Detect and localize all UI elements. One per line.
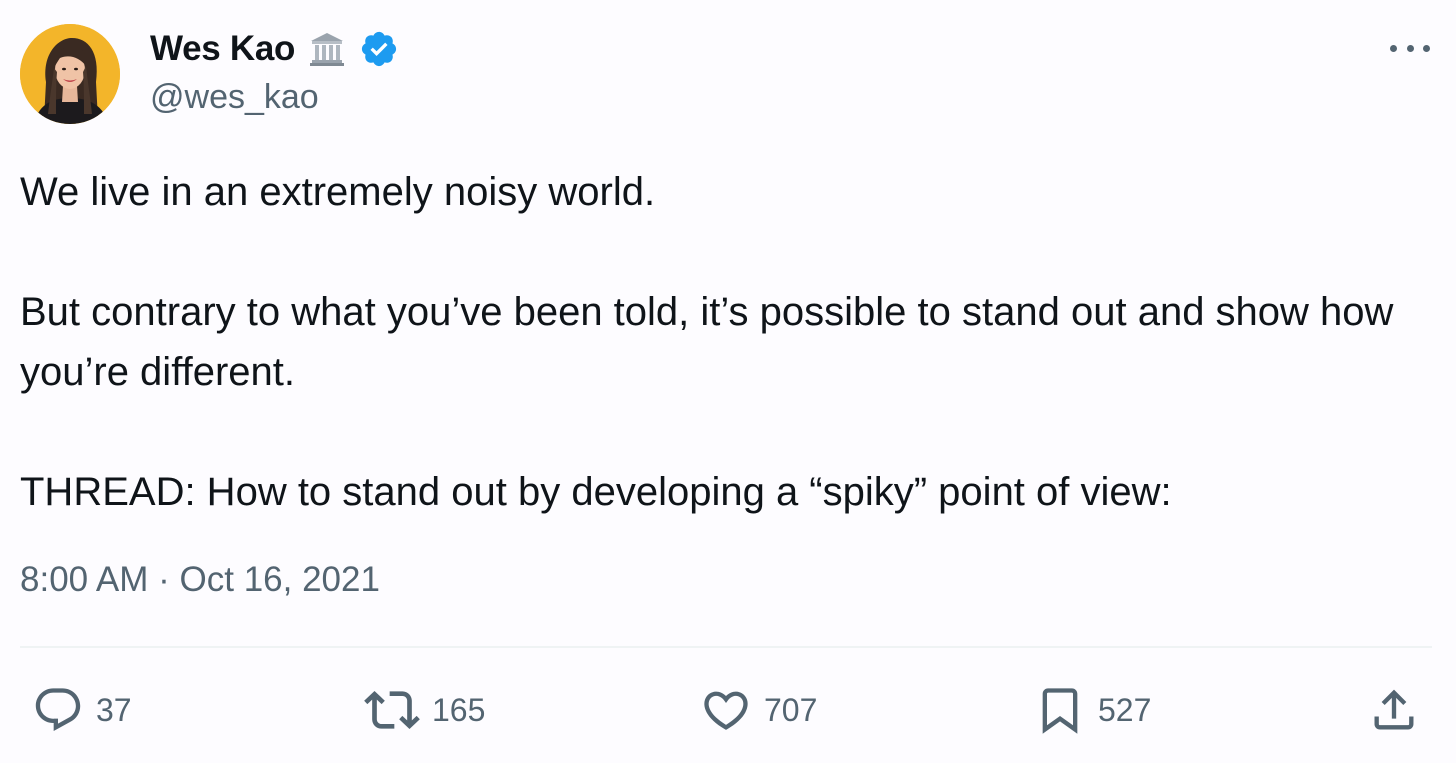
author-display-name[interactable]: Wes Kao — [150, 29, 295, 69]
more-icon[interactable] — [1390, 38, 1430, 58]
tweet-timestamp[interactable]: 8:00 AM · Oct 16, 2021 — [20, 560, 380, 600]
like-button[interactable]: 707 — [700, 684, 817, 736]
tweet: Wes Kao @wes_kao We live in an extremely… — [0, 0, 1456, 763]
reply-count: 37 — [96, 691, 132, 728]
tweet-paragraph: THREAD: How to stand out by developing a… — [20, 470, 1172, 514]
more-dot — [1390, 44, 1397, 52]
reply-icon — [35, 688, 81, 732]
divider — [20, 646, 1432, 648]
avatar-photo — [20, 24, 120, 124]
more-dot — [1406, 44, 1414, 52]
like-count: 707 — [764, 691, 818, 728]
tweet-text: We live in an extremely noisy world. But… — [20, 162, 1400, 522]
retweet-icon — [364, 691, 420, 729]
tweet-paragraph: But contrary to what you’ve been told, i… — [20, 290, 1394, 394]
reply-button[interactable]: 37 — [32, 684, 132, 736]
classical-building-icon — [307, 29, 347, 69]
author-name-row: Wes Kao — [150, 26, 399, 72]
tweet-paragraph: We live in an extremely noisy world. — [20, 170, 656, 214]
bookmark-count: 527 — [1098, 691, 1152, 728]
avatar[interactable] — [20, 24, 120, 124]
retweet-button[interactable]: 165 — [364, 684, 485, 736]
verified-badge-icon[interactable] — [359, 29, 399, 69]
like-icon — [704, 691, 748, 730]
retweet-count: 165 — [432, 691, 486, 728]
share-button[interactable] — [1368, 684, 1420, 736]
author-handle[interactable]: @wes_kao — [150, 78, 319, 117]
bookmark-button[interactable]: 527 — [1034, 684, 1151, 736]
bookmark-icon — [1042, 688, 1078, 734]
more-dot — [1423, 44, 1430, 52]
share-icon — [1374, 689, 1414, 730]
